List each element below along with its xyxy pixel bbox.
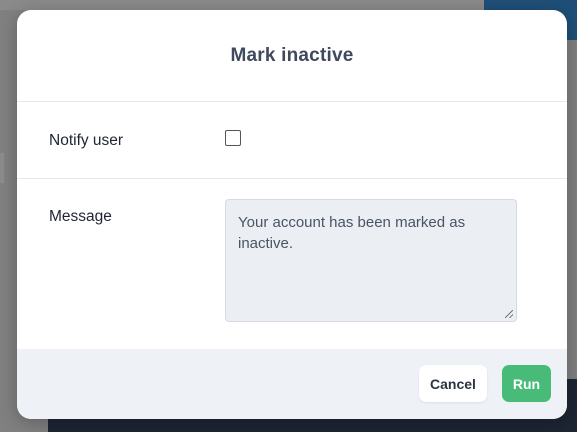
dialog-footer: Cancel Run (17, 349, 567, 419)
message-textarea[interactable]: Your account has been marked as inactive… (225, 199, 517, 322)
message-text: Your account has been marked as inactive… (238, 214, 466, 252)
notify-user-row: Notify user (17, 102, 567, 179)
dialog-header: Mark inactive (17, 10, 567, 102)
mark-inactive-dialog: Mark inactive Notify user Message Your a… (17, 10, 567, 419)
resize-handle-icon[interactable] (505, 310, 513, 318)
cancel-button[interactable]: Cancel (419, 365, 487, 402)
notify-user-label: Notify user (49, 132, 124, 149)
notify-user-checkbox[interactable] (225, 130, 241, 146)
dialog-title: Mark inactive (230, 44, 354, 66)
message-row: Message Your account has been marked as … (17, 179, 567, 349)
message-label: Message (49, 208, 112, 225)
run-button[interactable]: Run (502, 365, 551, 402)
background-side-tab (0, 153, 4, 183)
